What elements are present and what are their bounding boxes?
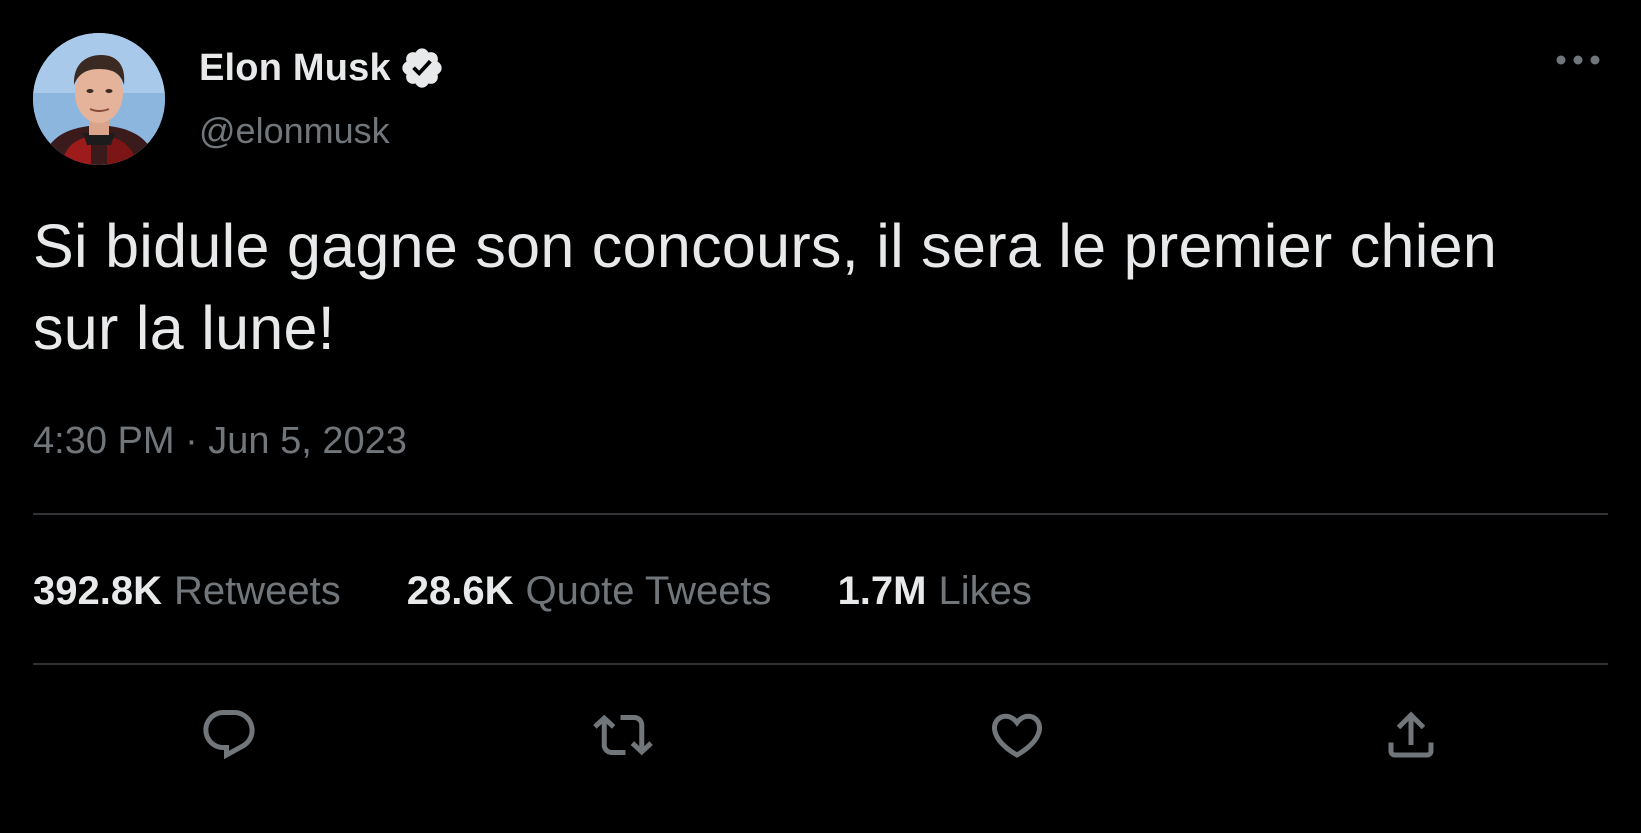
engagement-stats: 392.8K Retweets 28.6K Quote Tweets 1.7M …	[33, 566, 1098, 616]
reply-button[interactable]	[196, 702, 262, 768]
share-icon	[1388, 711, 1434, 758]
likes-stat[interactable]: 1.7M Likes	[838, 569, 1032, 614]
quote-tweets-count: 28.6K	[406, 568, 514, 613]
more-icon	[1556, 55, 1600, 65]
profile-photo	[33, 33, 165, 165]
heart-icon	[991, 713, 1043, 758]
retweets-stat[interactable]: 392.8K Retweets	[33, 569, 341, 614]
quote-tweets-stat[interactable]: 28.6K Quote Tweets	[407, 569, 772, 614]
retweets-label: Retweets	[173, 568, 341, 613]
retweet-icon	[593, 714, 653, 756]
display-name[interactable]: Elon Musk	[199, 47, 391, 90]
reply-icon	[203, 710, 255, 760]
divider	[33, 663, 1608, 665]
verified-badge-icon	[399, 45, 445, 91]
share-button[interactable]	[1378, 702, 1444, 768]
likes-label: Likes	[938, 568, 1032, 613]
like-button[interactable]	[984, 702, 1050, 768]
name-row: Elon Musk	[199, 44, 445, 92]
more-button[interactable]	[1552, 42, 1604, 78]
likes-count: 1.7M	[837, 568, 927, 613]
tweet-timestamp[interactable]: 4:30 PM · Jun 5, 2023	[33, 420, 407, 463]
user-handle[interactable]: @elonmusk	[199, 110, 390, 152]
retweet-button[interactable]	[590, 702, 656, 768]
divider	[33, 513, 1608, 515]
quote-tweets-label: Quote Tweets	[525, 568, 772, 613]
retweets-count: 392.8K	[33, 568, 162, 613]
tweet-card: Elon Musk @elonmusk Si bidule gagne son …	[0, 0, 1641, 833]
tweet-text: Si bidule gagne son concours, il sera le…	[33, 212, 1498, 362]
avatar[interactable]	[33, 33, 165, 165]
